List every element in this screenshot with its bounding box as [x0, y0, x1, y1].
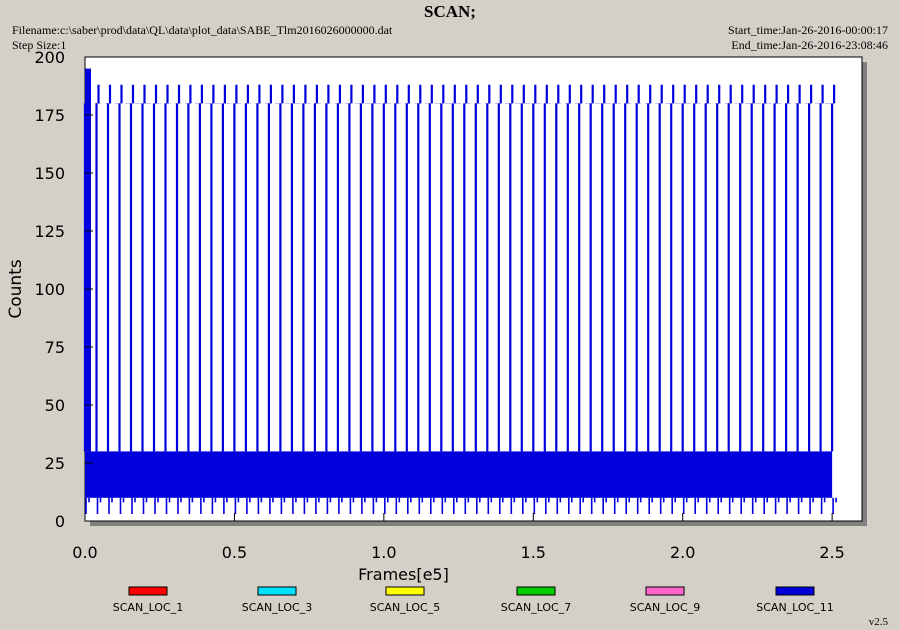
x-axis-label: Frames[e5]: [358, 565, 449, 584]
legend-swatch: [775, 586, 815, 596]
scan-loc-11-leading-edge: [85, 68, 91, 452]
legend-swatch: [645, 586, 685, 596]
legend-swatch: [128, 586, 168, 596]
y-tick-label: 25: [45, 454, 65, 473]
legend-label: SCAN_LOC_5: [370, 601, 441, 614]
legend-label: SCAN_LOC_7: [501, 601, 572, 614]
scan-chart: 0 25 50 75 100 125 150 175 200 0.0 0.5 1.0 1.5 2.0 2.5…: [6, 48, 867, 614]
x-tick-label: 2.5: [819, 543, 844, 562]
y-tick-label: 75: [45, 338, 65, 357]
y-tick-label: 125: [34, 222, 65, 241]
legend-swatch: [516, 586, 556, 596]
x-tick-label: 1.5: [521, 543, 546, 562]
x-tick-label: 1.0: [371, 543, 396, 562]
y-tick-label: 50: [45, 396, 65, 415]
y-tick-label: 100: [34, 280, 65, 299]
legend-label: SCAN_LOC_3: [242, 601, 313, 614]
y-tick-label: 175: [34, 106, 65, 125]
legend-label: SCAN_LOC_1: [113, 601, 184, 614]
legend-swatch: [257, 586, 297, 596]
version-label: v2.5: [868, 616, 888, 628]
x-tick-label: 0.0: [72, 543, 97, 562]
y-tick-label: 150: [34, 164, 65, 183]
y-axis-label: Counts: [6, 259, 26, 318]
baseline-noise-band: [85, 451, 833, 498]
legend-label: SCAN_LOC_9: [630, 601, 701, 614]
legend-swatch: [385, 586, 425, 596]
legend: SCAN_LOC_1 SCAN_LOC_3 SCAN_LOC_5 SCAN_LOC_7…: [113, 586, 834, 614]
y-tick-label: 200: [34, 48, 65, 67]
legend-label: SCAN_LOC_11: [756, 601, 834, 614]
x-tick-label: 2.0: [670, 543, 695, 562]
y-tick-label: 0: [55, 512, 65, 531]
x-tick-label: 0.5: [222, 543, 247, 562]
